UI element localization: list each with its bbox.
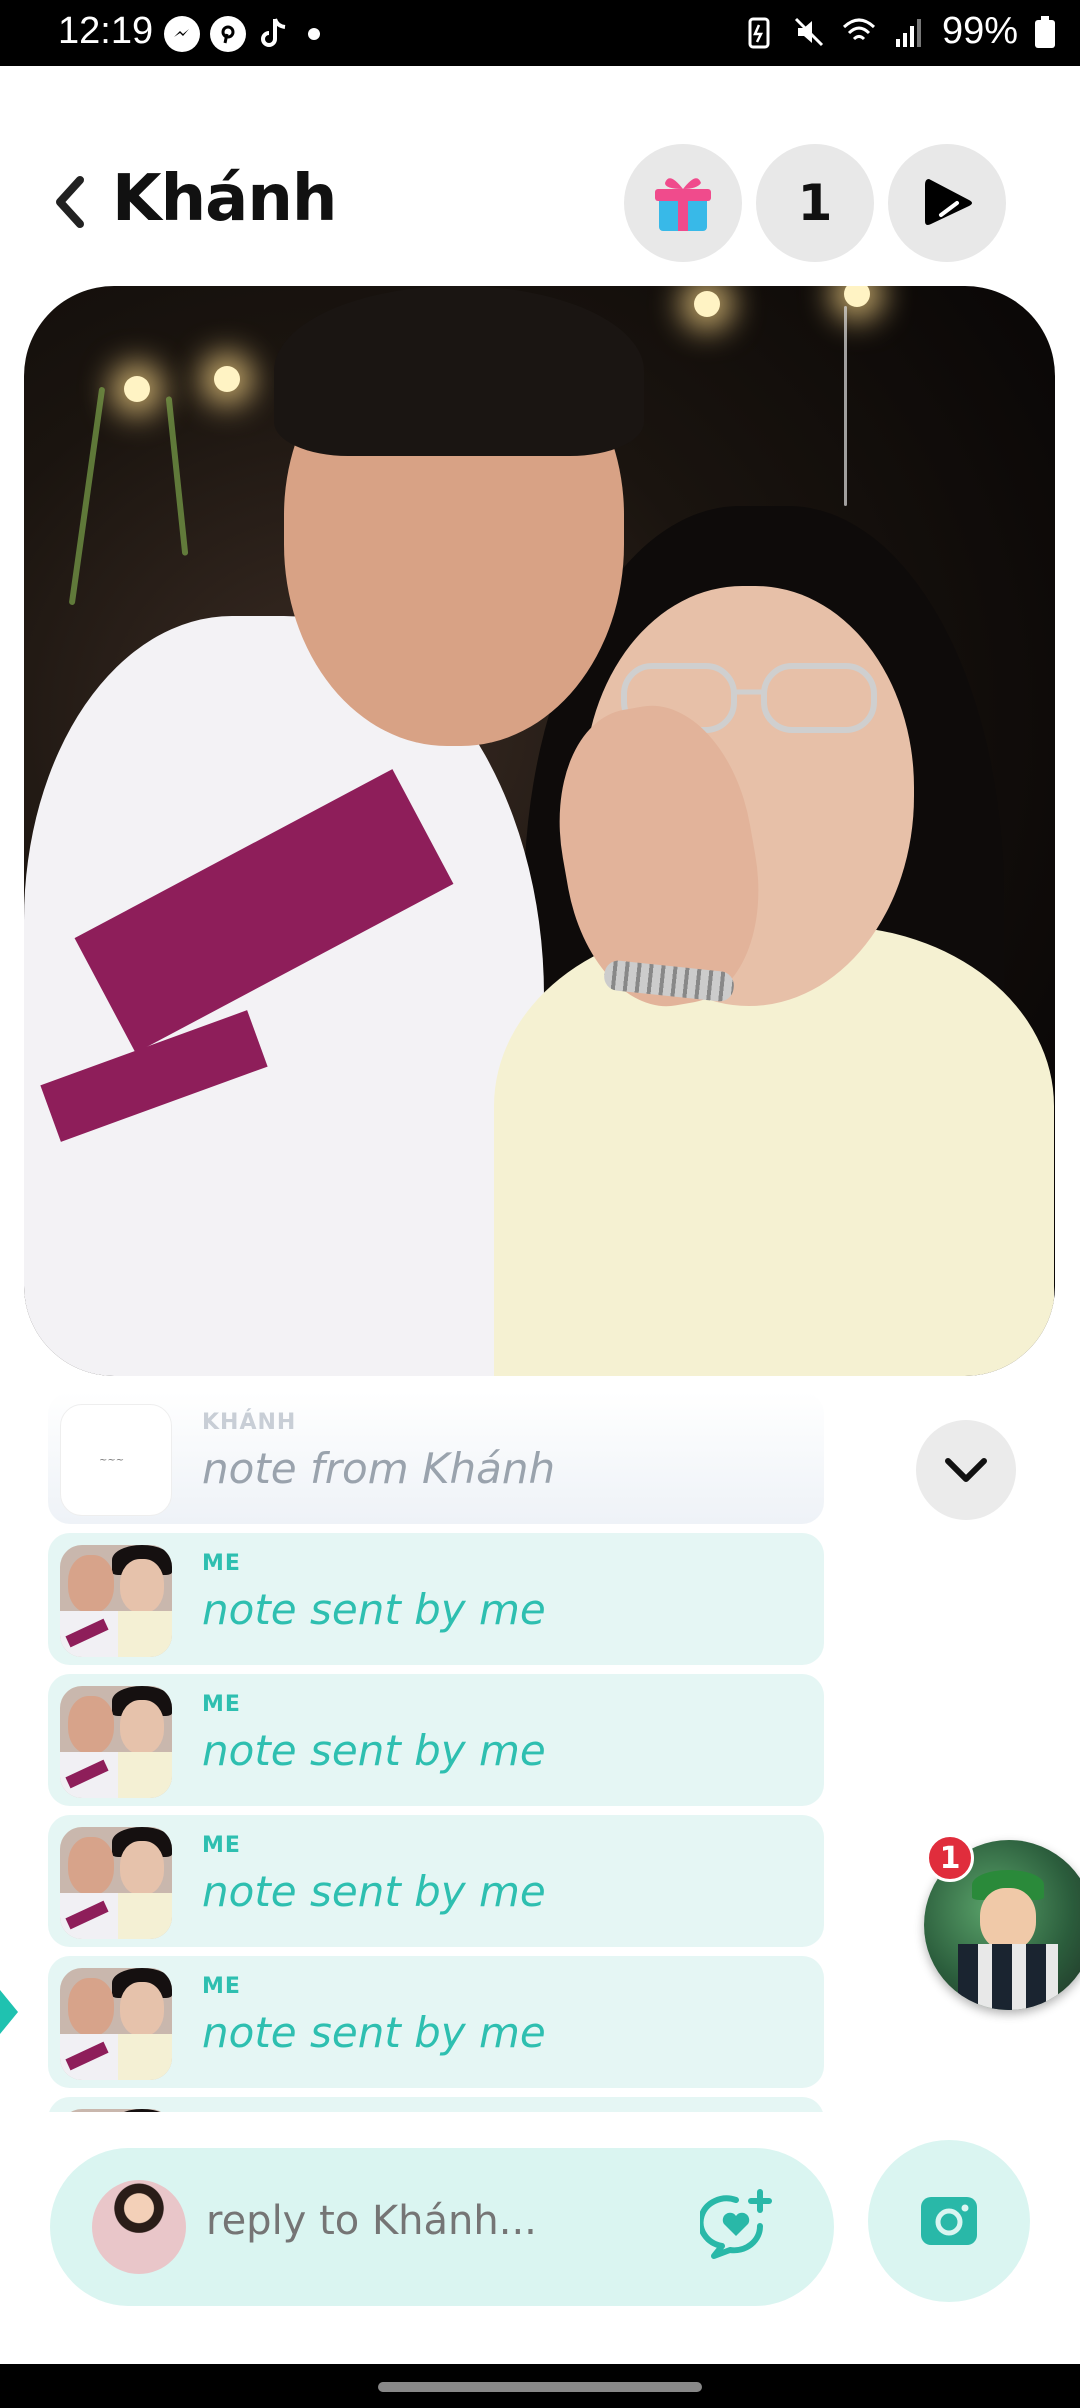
messenger-icon (164, 16, 200, 52)
thumbnail-doodle: ~~~ (99, 1455, 125, 1466)
navigation-bar (0, 2364, 1080, 2408)
light-bulb (124, 376, 150, 402)
note-sender: ME (202, 1692, 241, 1717)
home-gesture-handle[interactable] (378, 2382, 702, 2392)
mute-icon (794, 17, 823, 46)
notification-icons (164, 16, 320, 52)
reply-input[interactable] (206, 2198, 666, 2244)
light-bulb (214, 366, 240, 392)
more-notifications-dot (308, 28, 320, 40)
note-sender: ME (202, 1551, 241, 1576)
note-sent-by-me[interactable]: ME (48, 2097, 824, 2112)
note-sender: ME (202, 1833, 241, 1858)
page-title: Khánh (112, 162, 337, 236)
note-thumbnail (60, 2109, 172, 2112)
light-bulb (694, 291, 720, 317)
add-reaction-icon[interactable] (700, 2188, 774, 2262)
note-text: note sent by me (202, 2008, 546, 2057)
note-sender: ME (202, 1974, 241, 1999)
back-chevron-icon[interactable] (50, 174, 90, 230)
battery-percent: 99% (941, 10, 1018, 52)
note-thumbnail: ~~~ (60, 1404, 172, 1516)
signal-icon (895, 18, 921, 47)
note-sent-by-me[interactable]: ME note sent by me (48, 1815, 824, 1947)
tiktok-icon (256, 16, 292, 52)
collapse-notes-button[interactable] (916, 1420, 1016, 1520)
unread-badge: 1 (926, 1834, 974, 1882)
hanging-wire (844, 306, 847, 506)
chat-header: Khánh 1 (0, 140, 1080, 264)
note-thumbnail (60, 1545, 172, 1657)
note-text: note sent by me (202, 1585, 546, 1634)
note-text: note sent by me (202, 1867, 546, 1916)
status-time: 12:19 (58, 10, 154, 52)
note-thumbnail (60, 1968, 172, 2080)
note-sent-by-me[interactable]: ME note sent by me (48, 1956, 824, 2088)
battery-saver-icon (748, 17, 770, 48)
gift-icon (655, 178, 711, 231)
current-note-indicator (0, 1990, 18, 2034)
camera-icon (921, 2197, 977, 2245)
status-bar: 12:19 99% (0, 0, 1080, 66)
play-button[interactable] (888, 144, 1006, 262)
notes-list[interactable]: ~~~ KHÁNH note from Khánh ME note sent b… (48, 1392, 824, 2112)
note-thumbnail (60, 1686, 172, 1798)
vine (165, 396, 189, 556)
note-text: note from Khánh (202, 1444, 556, 1493)
play-icon (925, 179, 972, 225)
camera-button[interactable] (868, 2140, 1030, 2302)
chevron-down-icon (945, 1458, 987, 1482)
my-avatar (92, 2180, 186, 2274)
note-sent-by-me[interactable]: ME note sent by me (48, 1533, 824, 1665)
note-sent-by-me[interactable]: ME note sent by me (48, 1674, 824, 1806)
note-thumbnail (60, 1827, 172, 1939)
pinterest-icon (210, 16, 246, 52)
wifi-icon (842, 18, 875, 40)
system-icons: 99% (742, 10, 1056, 53)
reply-bar (50, 2148, 834, 2306)
vine (68, 386, 106, 606)
gift-button[interactable] (624, 144, 742, 262)
light-bulb (844, 286, 870, 307)
streak-count-button[interactable]: 1 (756, 144, 874, 262)
shared-photo[interactable] (24, 286, 1055, 1376)
battery-icon (1035, 15, 1055, 48)
person-a-hair (274, 286, 644, 456)
note-from-friend[interactable]: ~~~ KHÁNH note from Khánh (48, 1392, 824, 1524)
note-sender: KHÁNH (202, 1410, 297, 1435)
note-text: note sent by me (202, 1726, 546, 1775)
